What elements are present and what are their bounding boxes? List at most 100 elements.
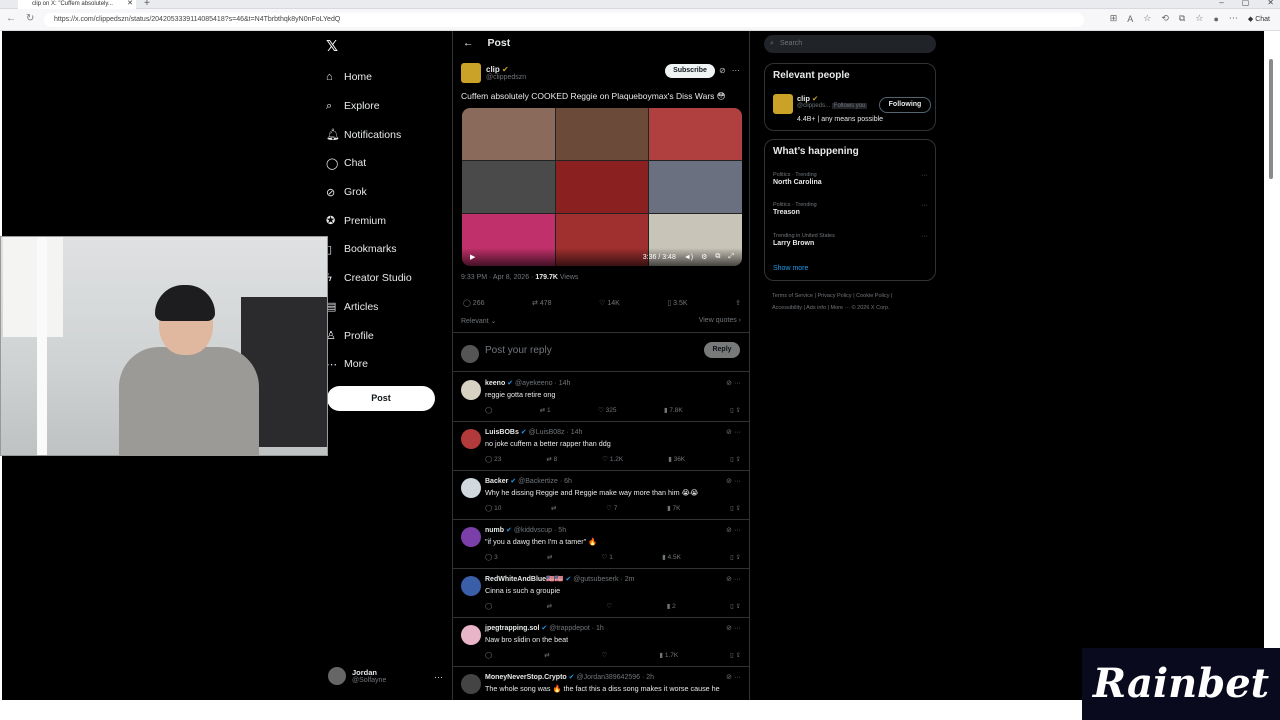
bookmark-icon[interactable]: ▯ ⇪ <box>730 455 741 463</box>
reply-item[interactable]: MoneyNeverStop.Crypto ✔ @Jordan389642596… <box>453 667 749 700</box>
reply-action[interactable]: ◯ 23 <box>485 455 501 463</box>
repost-action[interactable]: ⇄ <box>544 651 549 659</box>
reader-icon[interactable]: ⊞ <box>1110 13 1118 24</box>
repost-action[interactable]: ⇄ <box>547 553 552 561</box>
reply-item[interactable]: jpegtrapping.sol ✔ @trappdepot · 1h ⊘ ···… <box>453 618 749 667</box>
more-icon[interactable]: ··· <box>734 674 741 681</box>
bookmark-action[interactable]: ▯ 3.5K <box>667 299 687 307</box>
close-icon[interactable]: ✕ <box>127 0 133 8</box>
reply-author[interactable]: MoneyNeverStop.Crypto <box>485 674 567 681</box>
sidebar-item-bookmarks[interactable]: ▯ Bookmarks <box>326 235 412 264</box>
collections-icon[interactable]: ⧉ <box>1179 13 1185 24</box>
view-quotes-link[interactable]: View quotes › <box>699 317 741 324</box>
sidebar-item-profile[interactable]: ♙ Profile <box>326 321 412 350</box>
scrollbar-thumb[interactable] <box>1269 59 1273 179</box>
fullscreen-icon[interactable]: ⤢ <box>728 253 734 261</box>
repost-action[interactable]: ⇄ <box>551 504 556 512</box>
reply-item[interactable]: keeno ✔ @ayekeeno · 14h ⊘ ··· reggie gotta… <box>453 373 749 422</box>
subscribe-button[interactable]: Subscribe <box>665 64 715 78</box>
reply-item[interactable]: Backer ✔ @Backertize · 6h ⊘ ··· Why he dis… <box>453 471 749 520</box>
grok-icon[interactable]: ⊘ <box>726 576 732 583</box>
more-icon[interactable]: ··· <box>734 576 741 583</box>
reply-action[interactable]: ◯ 10 <box>485 504 501 512</box>
sidebar-item-more[interactable]: ⋯ More <box>326 350 412 379</box>
more-icon[interactable]: ··· <box>921 233 928 240</box>
sidebar-item-chat[interactable]: ◯ Chat <box>326 149 412 178</box>
menu-icon[interactable]: ⋯ <box>1229 13 1238 24</box>
more-icon[interactable]: ··· <box>734 380 741 387</box>
bookmark-icon[interactable]: ▯ ⇪ <box>730 504 741 512</box>
views-action[interactable]: ▮ 4.5K <box>662 553 681 561</box>
settings-icon[interactable]: ⚙ <box>701 253 707 261</box>
bookmark-icon[interactable]: ▯ ⇪ <box>730 602 741 610</box>
sidebar-item-grok[interactable]: ⊘ Grok <box>326 178 412 207</box>
post-timestamp[interactable]: 9:33 PM · Apr 8, 2026 · <box>461 274 533 281</box>
read-aloud-icon[interactable]: A <box>1127 14 1133 24</box>
views-action[interactable]: ▮ 7.8K <box>664 406 683 414</box>
post-button[interactable]: Post <box>327 386 435 411</box>
scrollbar[interactable]: ▲ <box>1264 31 1280 700</box>
grok-icon[interactable]: ⊘ <box>726 478 732 485</box>
reply-author[interactable]: Backer <box>485 478 508 485</box>
sidebar-item-articles[interactable]: ▤ Articles <box>326 293 412 322</box>
grok-icon[interactable]: ⊘ <box>726 674 732 681</box>
refresh-icon[interactable]: ↻ <box>26 13 34 24</box>
bookmark-icon[interactable]: ▯ ⇪ <box>730 651 741 659</box>
copilot-button[interactable]: ◆ Chat <box>1248 15 1270 23</box>
sidebar-item-creator-studio[interactable]: ϟ Creator Studio <box>326 264 412 293</box>
repost-action[interactable]: ⇄ 8 <box>546 455 557 463</box>
post-author[interactable]: clip ✔ @clippedszn <box>461 63 526 83</box>
views-action[interactable]: ▮ 7K <box>667 504 680 512</box>
maximize-icon[interactable]: ▢ <box>1242 0 1250 7</box>
reply-author[interactable]: numb <box>485 527 504 534</box>
volume-icon[interactable]: ◄) <box>684 254 693 261</box>
reply-item[interactable]: LuisBOBs ✔ @LuisB08z · 14h ⊘ ··· no joke c… <box>453 422 749 471</box>
play-icon[interactable]: ▶ <box>470 253 475 261</box>
like-action[interactable]: ♡ <box>602 651 608 659</box>
repost-action[interactable]: ⇄ 1 <box>540 406 551 414</box>
reply-action[interactable]: ◯ <box>485 602 492 610</box>
more-icon[interactable]: ··· <box>734 527 741 534</box>
views-action[interactable]: ▮ 2 <box>667 602 676 610</box>
more-icon[interactable]: ··· <box>734 625 741 632</box>
more-icon[interactable]: ··· <box>734 478 741 485</box>
following-button[interactable]: Following <box>879 97 931 113</box>
url-field[interactable]: https://x.com/clippedszn/status/20420533… <box>44 13 1084 27</box>
sidebar-item-explore[interactable]: ⌕ Explore <box>326 92 412 121</box>
show-more-link[interactable]: Show more <box>773 265 808 272</box>
reply-input[interactable]: Post your reply <box>485 345 552 356</box>
like-action[interactable]: ♡ 1 <box>602 553 613 561</box>
more-icon[interactable]: ··· <box>734 429 741 436</box>
sort-dropdown[interactable]: Relevant ⌄ <box>461 318 496 325</box>
new-tab-icon[interactable]: + <box>144 0 150 9</box>
reply-author[interactable]: keeno <box>485 380 505 387</box>
reply-action[interactable]: ◯ <box>485 406 492 414</box>
profile-icon[interactable]: ● <box>1213 14 1218 24</box>
post-video[interactable] <box>462 108 742 266</box>
trend-item[interactable]: Politics · Trending Treason ··· <box>773 202 928 216</box>
sidebar-item-premium[interactable]: ✪ Premium <box>326 206 412 235</box>
repost-action[interactable]: ⇄ 478 <box>532 299 552 307</box>
pip-icon[interactable]: ⧉ <box>715 253 720 261</box>
x-logo-icon[interactable]: 𝕏 <box>326 37 338 55</box>
grok-icon[interactable]: ⊘ <box>726 527 732 534</box>
sidebar-item-notifications[interactable]: 🔔︎ Notifications <box>326 120 412 149</box>
grok-icon[interactable]: ⊘ <box>726 380 732 387</box>
relevant-person[interactable]: clip ✔ @clippeds... Follows you <box>773 94 868 114</box>
minimize-icon[interactable]: – <box>1219 0 1223 7</box>
like-action[interactable]: ♡ 325 <box>598 406 617 414</box>
grok-icon[interactable]: ⊘ <box>726 625 732 632</box>
reply-item[interactable]: RedWhiteAndBlue🇺🇸🇺🇸 ✔ @gutsubeserk · 2m ⊘… <box>453 569 749 618</box>
repost-action[interactable]: ⇄ <box>547 602 552 610</box>
search-input[interactable]: ⌕ Search <box>764 35 936 53</box>
like-action[interactable]: ♡ 1.2K <box>602 455 623 463</box>
account-more-icon[interactable]: ··· <box>434 672 443 682</box>
reply-action[interactable]: ◯ 266 <box>463 299 484 307</box>
browser-tab[interactable]: clip on X: "Cuffem absolutely... ✕ <box>18 0 136 9</box>
views-action[interactable]: ▮ 36K <box>668 455 685 463</box>
reply-author[interactable]: jpegtrapping.sol <box>485 625 539 632</box>
back-arrow-icon[interactable]: ← <box>463 37 474 49</box>
reply-author[interactable]: RedWhiteAndBlue🇺🇸🇺🇸 <box>485 576 563 583</box>
like-action[interactable]: ♡ 14K <box>599 299 620 307</box>
sidebar-item-home[interactable]: ⌂ Home <box>326 63 412 92</box>
